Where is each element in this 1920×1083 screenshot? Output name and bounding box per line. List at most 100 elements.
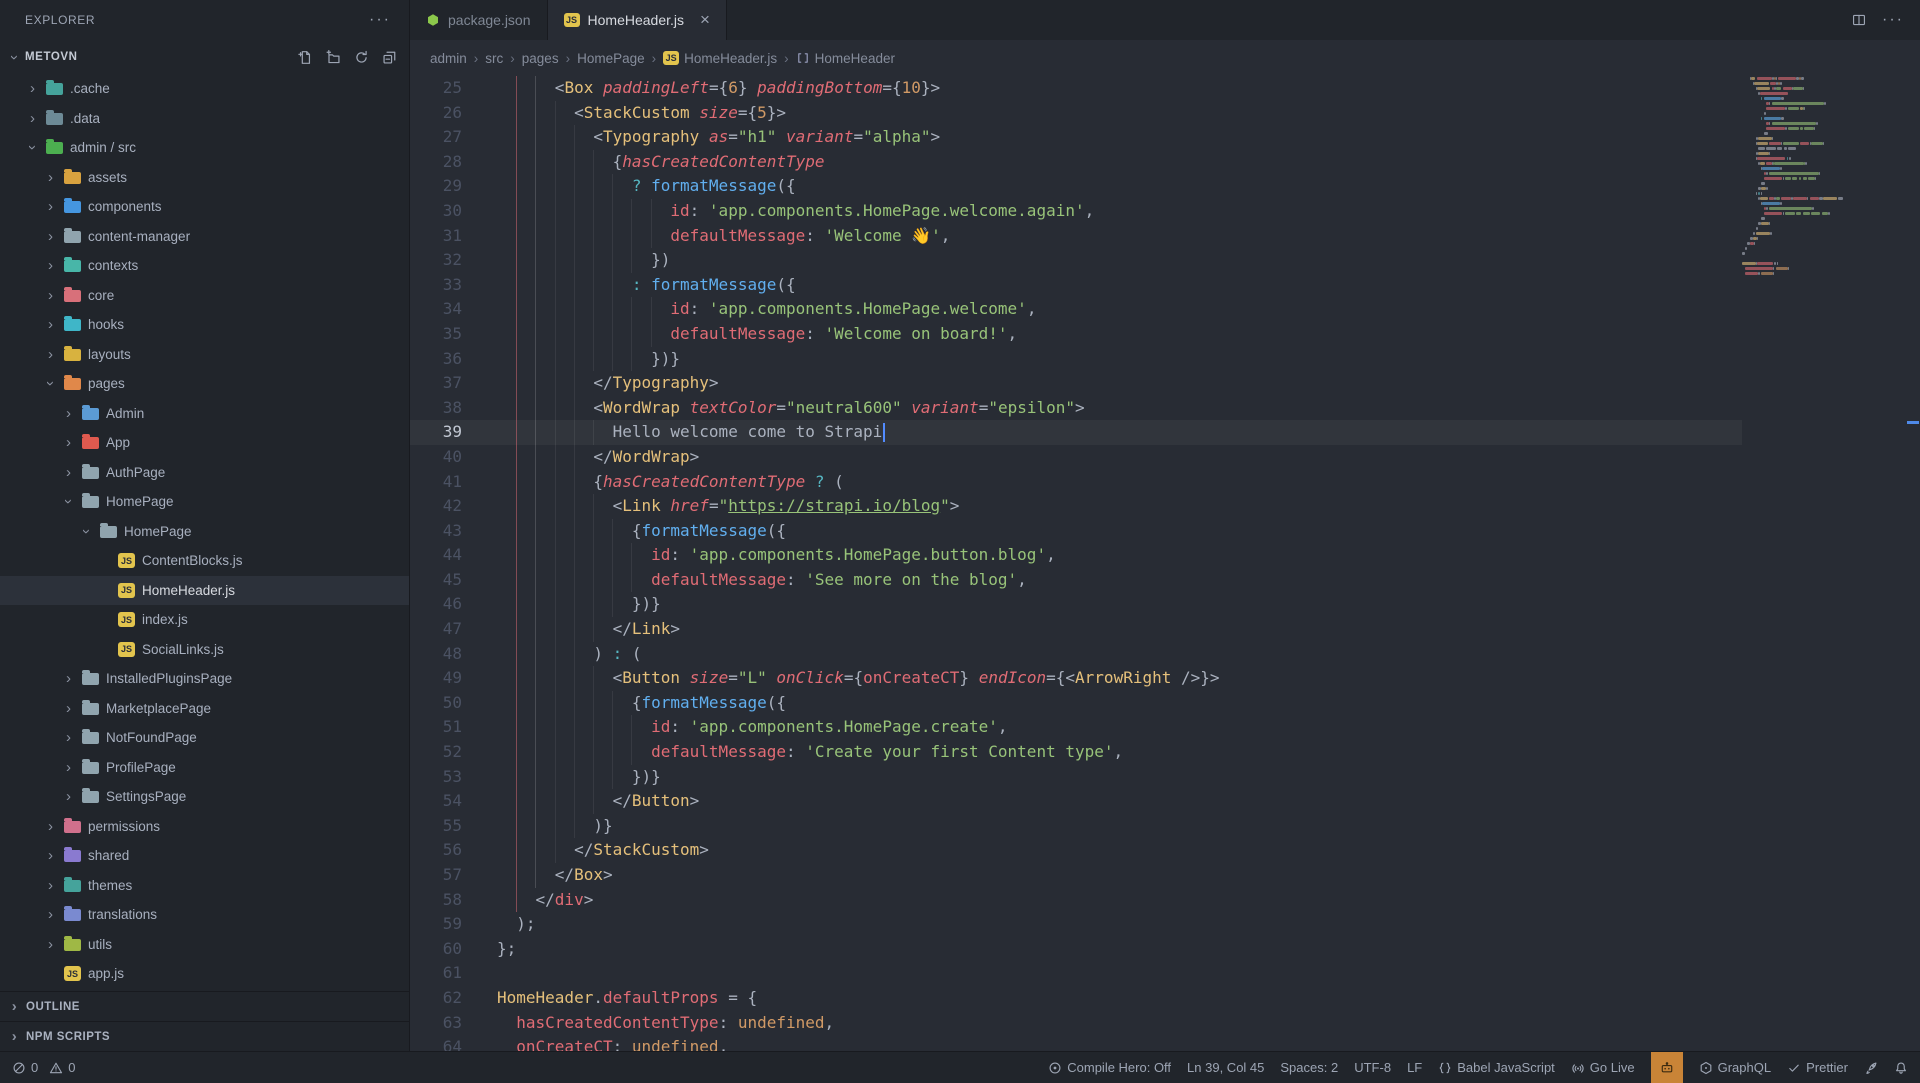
- tab-package-json[interactable]: package.json: [410, 0, 548, 40]
- status-language-mode[interactable]: Babel JavaScript: [1438, 1052, 1555, 1083]
- file-sociallinks.js[interactable]: JSSocialLinks.js: [0, 635, 409, 665]
- status-rocket[interactable]: [1864, 1052, 1878, 1083]
- status-errors[interactable]: 0: [12, 1052, 38, 1083]
- code-line-57[interactable]: 57 </Box>: [410, 863, 1742, 888]
- split-editor-icon[interactable]: [1852, 13, 1866, 27]
- status-prettier[interactable]: Prettier: [1787, 1052, 1848, 1083]
- code-editor[interactable]: 25 <Box paddingLeft={6} paddingBottom={1…: [410, 76, 1920, 1051]
- code-line-56[interactable]: 56 </StackCustom>: [410, 838, 1742, 863]
- code-line-61[interactable]: 61: [410, 961, 1742, 986]
- code-line-29[interactable]: 29 ? formatMessage({: [410, 174, 1742, 199]
- status-ai-assistant[interactable]: [1651, 1052, 1683, 1083]
- breadcrumb-admin[interactable]: admin: [430, 51, 467, 66]
- new-file-icon[interactable]: [298, 50, 313, 65]
- file-app.js[interactable]: JSapp.js: [0, 959, 409, 989]
- close-icon[interactable]: ×: [700, 10, 710, 30]
- folder-utils[interactable]: ›utils: [0, 930, 409, 960]
- folder-contexts[interactable]: ›contexts: [0, 251, 409, 281]
- folder-marketplacepage[interactable]: ›MarketplacePage: [0, 694, 409, 724]
- folder-installedpluginspage[interactable]: ›InstalledPluginsPage: [0, 664, 409, 694]
- explorer-more-icon[interactable]: ···: [369, 11, 391, 29]
- code-line-25[interactable]: 25 <Box paddingLeft={6} paddingBottom={1…: [410, 76, 1742, 101]
- code-line-48[interactable]: 48 ) : (: [410, 642, 1742, 667]
- code-line-49[interactable]: 49 <Button size="L" onClick={onCreateCT}…: [410, 666, 1742, 691]
- code-line-58[interactable]: 58 </div>: [410, 888, 1742, 913]
- code-line-40[interactable]: 40 </WordWrap>: [410, 445, 1742, 470]
- folder-shared[interactable]: ›shared: [0, 841, 409, 871]
- code-line-30[interactable]: 30 id: 'app.components.HomePage.welcome.…: [410, 199, 1742, 224]
- folder-layouts[interactable]: ›layouts: [0, 340, 409, 370]
- code-line-39[interactable]: 39 Hello welcome come to Strapi: [410, 420, 1742, 445]
- status-encoding[interactable]: UTF-8: [1354, 1052, 1391, 1083]
- code-line-55[interactable]: 55 )}: [410, 814, 1742, 839]
- file-contentblocks.js[interactable]: JSContentBlocks.js: [0, 546, 409, 576]
- folder-content-manager[interactable]: ›content-manager: [0, 222, 409, 252]
- status-eol[interactable]: LF: [1407, 1052, 1422, 1083]
- folder-settingspage[interactable]: ›SettingsPage: [0, 782, 409, 812]
- code-line-35[interactable]: 35 defaultMessage: 'Welcome on board!',: [410, 322, 1742, 347]
- code-line-31[interactable]: 31 defaultMessage: 'Welcome 👋',: [410, 224, 1742, 249]
- folder-homepage[interactable]: ›HomePage: [0, 517, 409, 547]
- folder-.data[interactable]: ›.data: [0, 104, 409, 134]
- editor-more-icon[interactable]: ···: [1882, 11, 1904, 29]
- code-line-64[interactable]: 64 onCreateCT: undefined,: [410, 1035, 1742, 1051]
- code-line-62[interactable]: 62HomeHeader.defaultProps = {: [410, 986, 1742, 1011]
- status-indentation[interactable]: Spaces: 2: [1280, 1052, 1338, 1083]
- status-cursor-position[interactable]: Ln 39, Col 45: [1187, 1052, 1264, 1083]
- folder-themes[interactable]: ›themes: [0, 871, 409, 901]
- status-warnings[interactable]: 0: [49, 1052, 75, 1083]
- folder-components[interactable]: ›components: [0, 192, 409, 222]
- folder-hooks[interactable]: ›hooks: [0, 310, 409, 340]
- code-line-45[interactable]: 45 defaultMessage: 'See more on the blog…: [410, 568, 1742, 593]
- npm-scripts-section[interactable]: › NPM SCRIPTS: [0, 1021, 409, 1051]
- tab-homeheader-js[interactable]: JS HomeHeader.js ×: [548, 0, 727, 40]
- folder-permissions[interactable]: ›permissions: [0, 812, 409, 842]
- folder-translations[interactable]: ›translations: [0, 900, 409, 930]
- code-line-63[interactable]: 63 hasCreatedContentType: undefined,: [410, 1011, 1742, 1036]
- file-homeheader.js[interactable]: JSHomeHeader.js: [0, 576, 409, 606]
- code-line-50[interactable]: 50 {formatMessage({: [410, 691, 1742, 716]
- folder-homepage[interactable]: ›HomePage: [0, 487, 409, 517]
- status-graphql[interactable]: GraphQL: [1699, 1052, 1771, 1083]
- folder-notfoundpage[interactable]: ›NotFoundPage: [0, 723, 409, 753]
- folder-pages[interactable]: ›pages: [0, 369, 409, 399]
- code-line-44[interactable]: 44 id: 'app.components.HomePage.button.b…: [410, 543, 1742, 568]
- folder-app[interactable]: ›App: [0, 428, 409, 458]
- code-line-42[interactable]: 42 <Link href="https://strapi.io/blog">: [410, 494, 1742, 519]
- breadcrumb-homepage[interactable]: HomePage: [577, 51, 645, 66]
- code-line-59[interactable]: 59 );: [410, 912, 1742, 937]
- code-line-28[interactable]: 28 {hasCreatedContentType: [410, 150, 1742, 175]
- breadcrumb-src[interactable]: src: [485, 51, 503, 66]
- new-folder-icon[interactable]: [326, 50, 341, 65]
- folder-assets[interactable]: ›assets: [0, 163, 409, 193]
- code-line-27[interactable]: 27 <Typography as="h1" variant="alpha">: [410, 125, 1742, 150]
- code-line-52[interactable]: 52 defaultMessage: 'Create your first Co…: [410, 740, 1742, 765]
- code-area[interactable]: 25 <Box paddingLeft={6} paddingBottom={1…: [410, 76, 1742, 1051]
- breadcrumb-homeheader[interactable]: HomeHeader: [796, 51, 895, 66]
- breadcrumb-pages[interactable]: pages: [522, 51, 559, 66]
- folder-admin[interactable]: ›Admin: [0, 399, 409, 429]
- code-line-34[interactable]: 34 id: 'app.components.HomePage.welcome'…: [410, 297, 1742, 322]
- code-line-32[interactable]: 32 }): [410, 248, 1742, 273]
- code-line-51[interactable]: 51 id: 'app.components.HomePage.create',: [410, 715, 1742, 740]
- code-line-41[interactable]: 41 {hasCreatedContentType ? (: [410, 470, 1742, 495]
- refresh-icon[interactable]: [354, 50, 369, 65]
- status-notifications[interactable]: [1894, 1052, 1908, 1083]
- workspace-row[interactable]: › METOVN: [0, 40, 409, 74]
- collapse-all-icon[interactable]: [382, 50, 397, 65]
- status-compile-hero[interactable]: Compile Hero: Off: [1048, 1052, 1171, 1083]
- code-line-54[interactable]: 54 </Button>: [410, 789, 1742, 814]
- folder-core[interactable]: ›core: [0, 281, 409, 311]
- folder-admin-src[interactable]: ›admin / src: [0, 133, 409, 163]
- code-line-36[interactable]: 36 })}: [410, 347, 1742, 372]
- code-line-53[interactable]: 53 })}: [410, 765, 1742, 790]
- folder-.cache[interactable]: ›.cache: [0, 74, 409, 104]
- outline-section[interactable]: › OUTLINE: [0, 991, 409, 1021]
- minimap[interactable]: [1742, 76, 1906, 1051]
- breadcrumb-homeheader.js[interactable]: JSHomeHeader.js: [663, 51, 777, 66]
- folder-profilepage[interactable]: ›ProfilePage: [0, 753, 409, 783]
- folder-authpage[interactable]: ›AuthPage: [0, 458, 409, 488]
- file-index.js[interactable]: JSindex.js: [0, 605, 409, 635]
- code-line-60[interactable]: 60};: [410, 937, 1742, 962]
- status-go-live[interactable]: Go Live: [1571, 1052, 1635, 1083]
